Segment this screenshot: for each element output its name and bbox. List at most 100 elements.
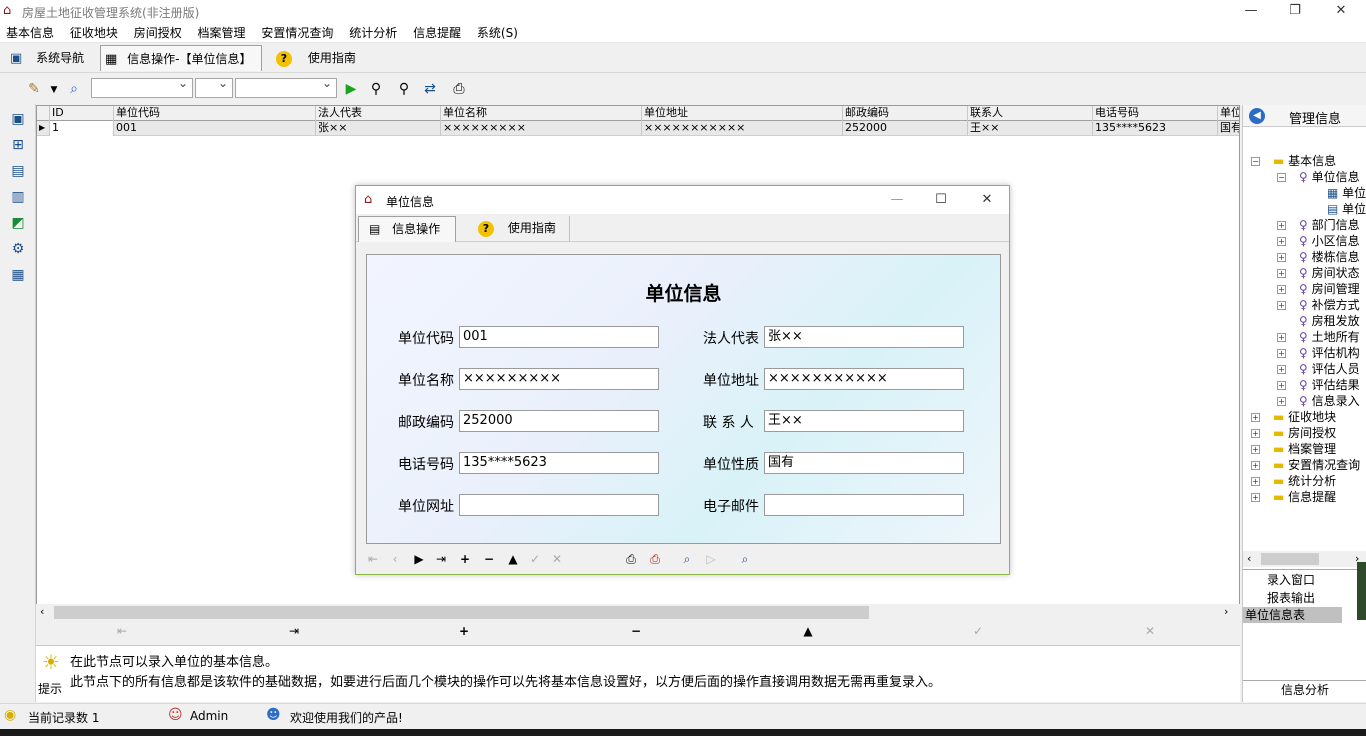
tree-node-statistics[interactable]: ▬ 统计分析 — [1273, 473, 1336, 489]
dialog-tab-info-operation[interactable]: ▤ 信息操作 — [358, 216, 456, 242]
contact-input[interactable]: 王×× — [764, 410, 964, 432]
scroll-left-arrow-icon[interactable]: ‹ — [1247, 552, 1251, 565]
value-combo[interactable] — [235, 76, 337, 98]
tree-node-land-owner[interactable]: ♀ 土地所有 — [1299, 329, 1360, 345]
tree-node-dept[interactable]: ♀ 部门信息 — [1299, 217, 1360, 233]
tree-horizontal-scrollbar[interactable]: ‹ › — [1243, 551, 1366, 567]
expand-toggle-icon[interactable]: − — [1251, 157, 1260, 166]
unit-name-input[interactable]: ××××××××× — [459, 368, 659, 390]
expand-toggle-icon[interactable]: + — [1277, 253, 1286, 262]
tree-node-unit-info[interactable]: ♀ 单位信息 — [1299, 169, 1360, 185]
col-header-address[interactable]: 单位地址 — [642, 106, 843, 121]
legal-rep-input[interactable]: 张×× — [764, 326, 964, 348]
unit-address-input[interactable]: ××××××××××× — [764, 368, 964, 390]
col-header-nature[interactable]: 单位 — [1218, 106, 1239, 121]
expand-toggle-icon[interactable]: + — [1251, 493, 1260, 502]
tree-node-community[interactable]: ♀ 小区信息 — [1299, 233, 1360, 249]
item-unit-table[interactable]: 单位信息表 — [1243, 607, 1342, 623]
tree-node-room-status[interactable]: ♀ 房间状态 — [1299, 265, 1360, 281]
menu-room-auth[interactable]: 房间授权 — [134, 23, 182, 43]
item-entry-window[interactable]: 录入窗口 — [1243, 572, 1366, 588]
expand-toggle-icon[interactable]: + — [1251, 461, 1260, 470]
dialog-maximize-button[interactable]: ☐ — [926, 191, 956, 209]
grid-horizontal-scrollbar[interactable]: ‹ › — [36, 604, 1240, 621]
dialog-tab-user-guide[interactable]: ? 使用指南 — [462, 216, 570, 242]
tree-node-unit-sub1[interactable]: ▦ 单位 — [1327, 185, 1366, 201]
col-header-phone[interactable]: 电话号码 — [1093, 106, 1218, 121]
phone-input[interactable]: 135****5623 — [459, 452, 659, 474]
field-combo[interactable] — [91, 76, 193, 98]
print-icon[interactable]: ⎙ — [448, 79, 470, 99]
zip-code-input[interactable]: 252000 — [459, 410, 659, 432]
nav-edit-icon[interactable]: ▲ — [798, 624, 818, 638]
tree-node-building[interactable]: ♀ 楼栋信息 — [1299, 249, 1360, 265]
nav-cancel-icon[interactable]: ✕ — [1140, 624, 1160, 638]
scroll-right-arrow-icon[interactable]: › — [1224, 605, 1228, 618]
scroll-thumb[interactable] — [54, 606, 869, 619]
table-row[interactable]: ▶ 1 001 张×× ××××××××× ××××××××××× 252000… — [37, 121, 1239, 136]
run-play-icon[interactable]: ▶ — [342, 79, 360, 99]
nav-next-icon[interactable]: ▶ — [410, 550, 428, 568]
tree-node-eval-org[interactable]: ♀ 评估机构 — [1299, 345, 1360, 361]
settings-gear-icon[interactable]: ⚙ — [8, 240, 28, 258]
dialog-minimize-button[interactable]: — — [882, 191, 912, 209]
cell-id[interactable]: 1 — [50, 121, 114, 136]
expand-toggle-icon[interactable]: + — [1277, 349, 1286, 358]
cell-address[interactable]: ××××××××××× — [642, 121, 843, 136]
col-header-contact[interactable]: 联系人 — [968, 106, 1093, 121]
tree-node-eval-result[interactable]: ♀ 评估结果 — [1299, 377, 1360, 393]
tree-node-unit-sub2[interactable]: ▤ 单位 — [1327, 201, 1366, 217]
menu-resettlement[interactable]: 安置情况查询 — [261, 23, 333, 43]
tree-node-room-auth[interactable]: ▬ 房间授权 — [1273, 425, 1336, 441]
cell-zip[interactable]: 252000 — [843, 121, 968, 136]
print-icon[interactable]: ⎙ — [622, 550, 640, 568]
tree-node-compensation[interactable]: ♀ 补偿方式 — [1299, 297, 1360, 313]
edit-pencil-icon[interactable]: ✎ — [24, 79, 44, 99]
menu-statistics[interactable]: 统计分析 — [349, 23, 397, 43]
nav-delete-icon[interactable]: − — [480, 550, 498, 568]
side-scroll-indicator[interactable] — [1357, 562, 1366, 620]
menu-archive[interactable]: 档案管理 — [198, 23, 246, 43]
unit-nature-input[interactable]: 国有 — [764, 452, 964, 474]
menu-reminder[interactable]: 信息提醒 — [413, 23, 461, 43]
expand-toggle-icon[interactable]: + — [1277, 381, 1286, 390]
expand-toggle-icon[interactable]: + — [1277, 221, 1286, 230]
nav-edit-icon[interactable]: ▲ — [504, 550, 522, 568]
expand-toggle-icon[interactable]: + — [1251, 477, 1260, 486]
tree-node-resettlement[interactable]: ▬ 安置情况查询 — [1273, 457, 1360, 473]
find-icon[interactable]: ⚲ — [366, 79, 386, 99]
nav-insert-icon[interactable]: + — [456, 550, 474, 568]
expand-toggle-icon[interactable]: + — [1277, 301, 1286, 310]
nav-first-icon[interactable]: ⇤ — [112, 624, 132, 638]
nav-prior-icon[interactable]: ‹ — [386, 550, 404, 568]
tree-node-rent[interactable]: ♀ 房租发放 — [1299, 313, 1360, 329]
zoom-search-icon[interactable]: ⌕ — [678, 550, 696, 568]
cell-name[interactable]: ××××××××× — [441, 121, 642, 136]
search-icon[interactable]: ⌕ — [64, 79, 84, 99]
refresh-icon[interactable]: ⇄ — [420, 79, 440, 99]
col-header-legal[interactable]: 法人代表 — [316, 106, 441, 121]
tab-info-operation[interactable]: ▦ 信息操作-【单位信息】 — [100, 45, 262, 71]
tree-node-room-mgmt[interactable]: ♀ 房间管理 — [1299, 281, 1360, 297]
expand-toggle-icon[interactable]: + — [1277, 333, 1286, 342]
play-disabled-icon[interactable]: ▷ — [702, 550, 720, 568]
expand-toggle-icon[interactable]: + — [1277, 397, 1286, 406]
email-input[interactable] — [764, 494, 964, 516]
item-report-output[interactable]: 报表输出 — [1243, 590, 1366, 606]
menu-system[interactable]: 系统(S) — [477, 23, 518, 43]
nav-last-icon[interactable]: ⇥ — [432, 550, 450, 568]
operator-combo[interactable] — [195, 76, 233, 98]
scroll-left-arrow-icon[interactable]: ‹ — [40, 605, 44, 618]
list-icon[interactable]: ▤ — [8, 162, 28, 180]
nav-insert-icon[interactable]: + — [454, 624, 474, 638]
nav-delete-icon[interactable]: − — [626, 624, 646, 638]
expand-toggle-icon[interactable]: + — [1251, 445, 1260, 454]
panel-footer[interactable]: 信息分析 — [1243, 680, 1366, 700]
col-header-id[interactable]: ID — [50, 106, 114, 121]
tab-system-nav[interactable]: ▣ 系统导航 — [6, 45, 92, 71]
trash-icon[interactable]: ▦ — [8, 266, 28, 284]
nav-post-icon[interactable]: ✓ — [526, 550, 544, 568]
nav-last-icon[interactable]: ⇥ — [284, 624, 304, 638]
tree-node-eval-person[interactable]: ♀ 评估人员 — [1299, 361, 1360, 377]
col-header-name[interactable]: 单位名称 — [441, 106, 642, 121]
